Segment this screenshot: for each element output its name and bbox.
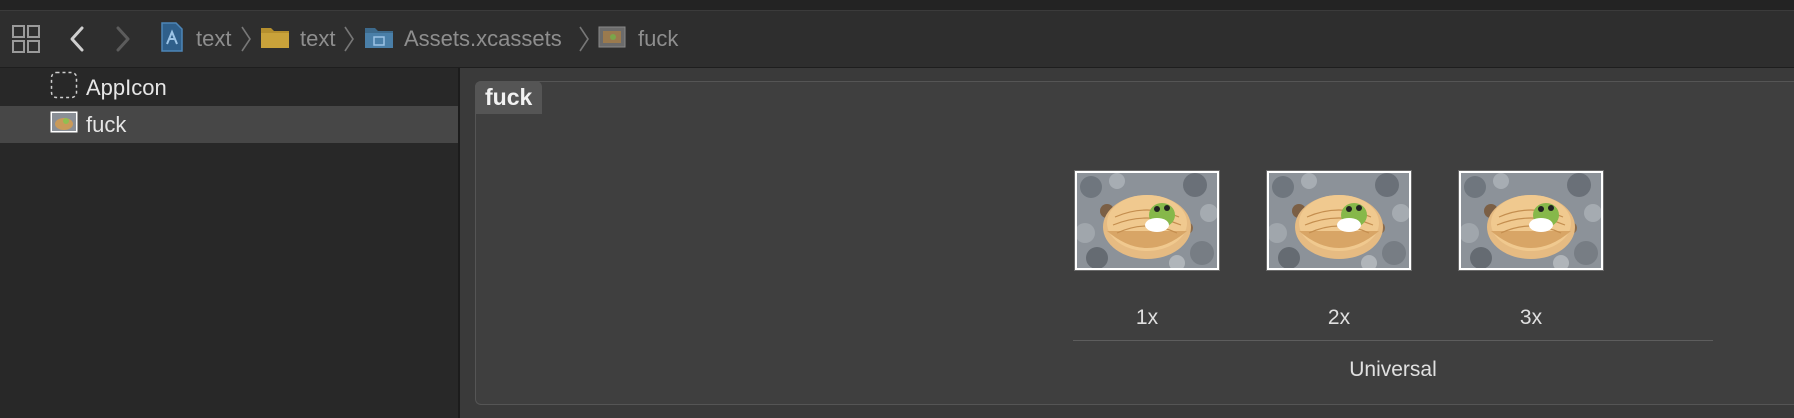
image-set-panel: 1x 2x 3x Universal xyxy=(475,81,1794,405)
grid-icon[interactable] xyxy=(12,11,40,67)
asset-editor: 1x 2x 3x Universal fuck xyxy=(460,68,1794,418)
image-slot-1x[interactable] xyxy=(1074,170,1220,271)
image-set-icon xyxy=(598,26,626,53)
image-slot-3x[interactable] xyxy=(1458,170,1604,271)
chevron-right-icon[interactable] xyxy=(114,11,132,67)
slot-label-2x: 2x xyxy=(1327,306,1351,329)
breadcrumb-label: text xyxy=(300,26,336,51)
breadcrumb-separator-icon xyxy=(343,25,355,58)
frog-image-thumbnail xyxy=(1269,173,1409,268)
frog-image-thumbnail xyxy=(1077,173,1217,268)
slot-label-1x: 1x xyxy=(1135,306,1159,329)
folder-icon xyxy=(260,25,290,54)
breadcrumb-item-asset-catalog[interactable]: Assets.xcassets xyxy=(364,11,562,67)
asset-list-sidebar: AppIcon fuck xyxy=(0,68,460,418)
breadcrumb-separator-icon xyxy=(578,25,590,58)
asset-catalog-icon xyxy=(364,25,394,54)
asset-title-tab: fuck xyxy=(475,81,543,114)
breadcrumb-item-group[interactable]: text xyxy=(260,11,335,67)
frog-image-thumbnail xyxy=(1461,173,1601,268)
breadcrumb-item-project[interactable]: text xyxy=(160,11,231,67)
slot-label-3x: 3x xyxy=(1519,306,1543,329)
device-group-divider xyxy=(1073,340,1713,341)
jump-bar: text text Assets.xcassets fuck xyxy=(0,11,1794,68)
xcode-window: text text Assets.xcassets fuck AppIcon f… xyxy=(0,0,1794,418)
chevron-left-icon[interactable] xyxy=(68,11,86,67)
breadcrumb-label: text xyxy=(196,26,232,51)
project-file-icon xyxy=(160,21,184,57)
sidebar-item-appicon[interactable]: AppIcon xyxy=(0,69,458,106)
device-group-label: Universal xyxy=(1349,358,1437,381)
breadcrumb-item-image-set[interactable]: fuck xyxy=(598,11,678,67)
breadcrumb-label: Assets.xcassets xyxy=(404,26,562,51)
sidebar-item-label: fuck xyxy=(86,111,127,137)
image-slot-2x[interactable] xyxy=(1266,170,1412,271)
app-icon-placeholder-icon xyxy=(50,71,78,104)
image-set-icon xyxy=(50,111,78,138)
title-strip xyxy=(0,0,1794,11)
breadcrumb-separator-icon xyxy=(240,25,252,58)
sidebar-item-fuck[interactable]: fuck xyxy=(0,106,458,143)
breadcrumb-label: fuck xyxy=(638,26,679,51)
sidebar-item-label: AppIcon xyxy=(86,74,167,100)
